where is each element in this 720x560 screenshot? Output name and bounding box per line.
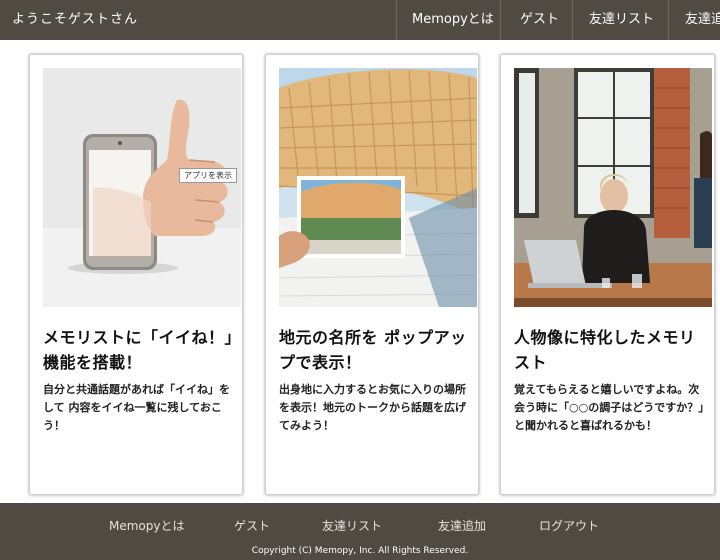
footer: Memopyとは ゲスト 友達リスト 友達追加 ログアウト Copyright …: [0, 503, 720, 560]
feature-card-like: アプリを表示 メモリストに「イイね！」機能を搭載！ 自分と共通話題があれば「イイ…: [29, 54, 243, 495]
footer-link-logout[interactable]: ログアウト: [539, 517, 599, 534]
footer-link-guest[interactable]: ゲスト: [234, 517, 270, 534]
nav-guest[interactable]: ゲスト: [500, 0, 572, 40]
top-nav-bar: ようこそゲストさん Memopyとは ゲスト 友達リスト 友達追加: [0, 0, 720, 40]
cafe-woman-laptop-photo: [514, 68, 712, 307]
feature-card-popup: 地元の名所を ポップアップで表示！ 出身地に入力するとお気に入りの場所を表示！地…: [265, 54, 479, 495]
welcome-text: ようこそゲストさん: [12, 12, 139, 27]
card-title: メモリストに「イイね！」機能を搭載！: [43, 328, 234, 372]
card-text: 自分と共通話題があれば「イイね」をして 内容をイイね一覧に残しておこう！: [43, 383, 230, 432]
card-text: 覚えてもらえると嬉しいですよね。次会う時に「○○の調子はどうですか？」と聞かれる…: [514, 383, 704, 432]
nav-friend-list[interactable]: 友達リスト: [572, 0, 668, 40]
card-title: 地元の名所を ポップアップで表示！: [279, 328, 467, 372]
header-nav: Memopyとは ゲスト 友達リスト 友達追加: [396, 0, 720, 40]
nav-add-friend[interactable]: 友達追加: [668, 0, 720, 40]
card-title: 人物像に特化したメモリスト: [514, 328, 696, 372]
nav-about[interactable]: Memopyとは: [396, 0, 500, 40]
architecture-postcard-photo: [279, 68, 477, 307]
copyright: Copyright (C) Memopy, Inc. All Rights Re…: [251, 546, 469, 556]
tooltip: アプリを表示: [179, 168, 237, 183]
footer-link-add-friend[interactable]: 友達追加: [438, 517, 486, 534]
feature-card-profile: 人物像に特化したメモリスト 覚えてもらえると嬉しいですよね。次会う時に「○○の調…: [500, 54, 715, 495]
footer-link-friend-list[interactable]: 友達リスト: [322, 517, 382, 534]
thumbs-up-phone-photo: [43, 68, 241, 307]
footer-link-about[interactable]: Memopyとは: [109, 517, 185, 534]
card-text: 出身地に入力するとお気に入りの場所を表示！地元のトークから話題を広げてみよう！: [279, 383, 466, 432]
